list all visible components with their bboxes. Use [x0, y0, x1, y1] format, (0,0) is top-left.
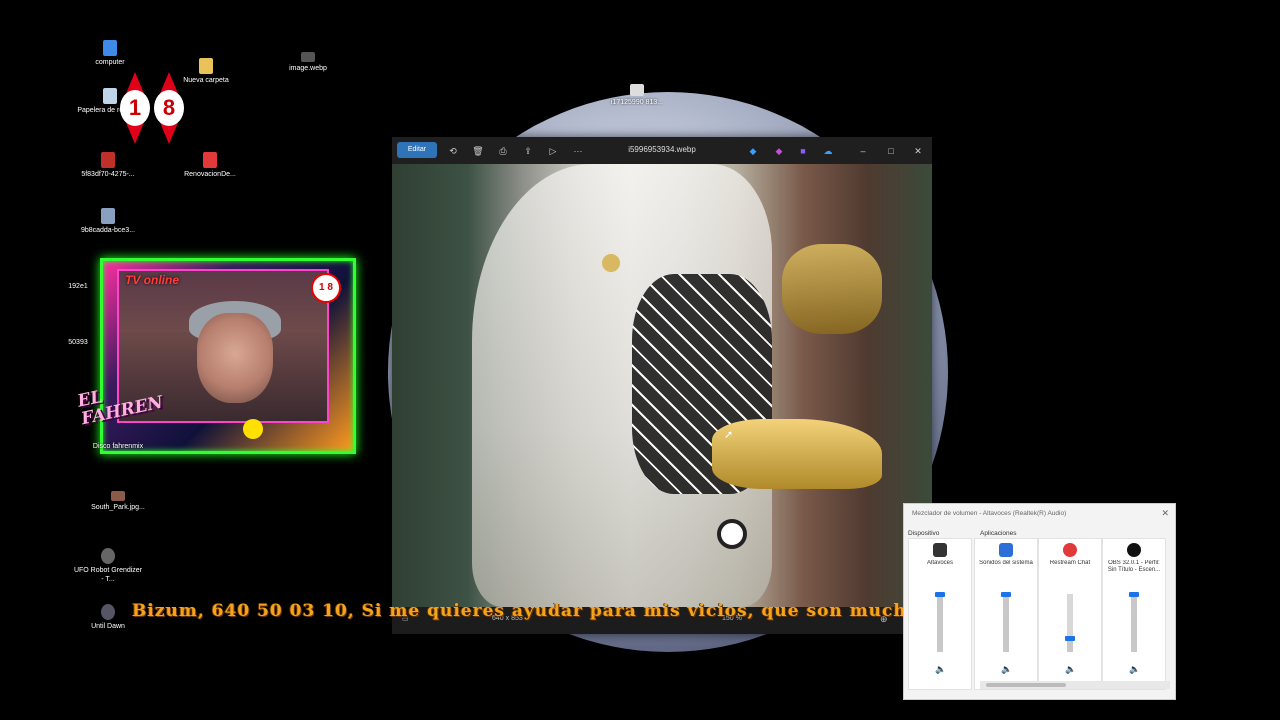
volume-icon[interactable]: 🔈 [1001, 664, 1012, 674]
mouse-cursor-icon: ➚ [724, 429, 734, 441]
delete-icon[interactable]: 🗑 [471, 143, 485, 159]
app-icon-1[interactable]: ◆ [747, 143, 759, 159]
volume-knob[interactable] [1129, 592, 1139, 597]
channel-name: OBS 32.0.1 - Perfil: Sin Título - Escen.… [1107, 560, 1161, 573]
desktop-icon-image-webp[interactable]: image.webp [273, 52, 343, 73]
sneaker-eyelet [717, 519, 747, 549]
computer-icon [103, 40, 117, 56]
channel-name: Restream Chat [1049, 560, 1091, 566]
device-section-label: Dispositivo [908, 530, 940, 537]
desktop-icon-192e1[interactable]: 192e1 [58, 282, 98, 291]
system-sounds-icon [999, 543, 1013, 557]
volume-slider[interactable] [1129, 592, 1139, 652]
sneaker-gold-toe [712, 419, 882, 489]
volume-icon[interactable]: 🔈 [935, 664, 946, 674]
image-file-icon [111, 491, 125, 501]
viewer-file-title: i5996953934.webp [628, 145, 696, 154]
video-file-icon [101, 548, 115, 564]
desktop-icon-file-9b8c[interactable]: 9b8cadda-bce3... [73, 208, 143, 235]
rotate-icon[interactable]: ⟲ [446, 143, 460, 159]
sneaker-gold-tongue [782, 244, 882, 334]
desktop-icon-renovacion[interactable]: RenovacionDe... [175, 152, 245, 179]
mixer-title: Mezclador de volumen - Altavoces (Realte… [912, 510, 1067, 517]
app-icon-2[interactable]: ◆ [773, 143, 785, 159]
volume-slider[interactable] [935, 592, 945, 652]
share-icon[interactable]: ⇪ [521, 143, 535, 159]
streamer-face [197, 313, 273, 403]
mixer-channel: Restream Chat 🔈 [1038, 538, 1102, 690]
volume-fill [937, 594, 943, 652]
desktop-icon-i17125990[interactable]: i17125990 813... [602, 84, 672, 107]
desktop-icon-south-park[interactable]: South_Park.jpg... [83, 491, 153, 512]
volume-fill [1003, 594, 1009, 652]
desktop-icon-disco-fahrenmix[interactable]: Disco fahrenmix [83, 442, 153, 451]
close-icon[interactable]: ✕ [1161, 508, 1169, 519]
speaker-device-icon [933, 543, 947, 557]
volume-slider[interactable] [1065, 594, 1075, 652]
image-file-icon [301, 52, 315, 62]
stream-camera-frame: TV online 1 8 EL FAHREN [76, 258, 356, 454]
restream-icon [1063, 543, 1077, 557]
app-icon-3[interactable]: ■ [797, 143, 809, 159]
mixer-scrollbar[interactable] [980, 681, 1170, 689]
game-icon [101, 604, 115, 620]
displayed-photo-sneaker [392, 164, 932, 607]
photos-viewer-window[interactable]: Editar ⟲ 🗑 ⎙ ⇪ ▷ ··· i5996953934.webp ◆ … [392, 137, 932, 634]
volume-knob[interactable] [935, 592, 945, 597]
mixer-channel: Sonidos del sistema 🔈 [974, 538, 1038, 690]
mixer-channel: OBS 32.0.1 - Perfil: Sin Título - Escen.… [1102, 538, 1166, 690]
print-icon[interactable]: ⎙ [496, 143, 510, 159]
pdf-icon [203, 152, 217, 168]
volume-knob[interactable] [1001, 592, 1011, 597]
desktop-icon-computer[interactable]: computer [75, 40, 145, 67]
volume-slider[interactable] [1001, 592, 1011, 652]
desktop-icon-ufo-robot[interactable]: UFO Robot Grendizer - T... [73, 548, 143, 584]
pacman-icon [243, 419, 263, 439]
channel-name: Altavoces [926, 560, 953, 566]
volume-fill [1131, 594, 1137, 652]
desktop-icon-file-5f83[interactable]: 5f83df70-4275-... [73, 152, 143, 179]
apps-section-label: Aplicaciones [980, 530, 1017, 537]
age-logo-digit-8: 8 [154, 72, 184, 144]
volume-mixer-window[interactable]: Mezclador de volumen - Altavoces (Realte… [903, 503, 1176, 700]
close-button[interactable]: ✕ [911, 143, 925, 159]
desktop-icon-50393[interactable]: 50393 [58, 338, 98, 347]
tv-online-label: TV online [125, 273, 179, 287]
more-options-button[interactable]: ··· [571, 143, 585, 159]
mixer-channel: Altavoces 🔈 [908, 538, 972, 690]
obs-icon [1127, 543, 1141, 557]
sneaker-eyelet [602, 254, 620, 272]
file-icon [101, 152, 115, 168]
age-badge: 1 8 [311, 273, 341, 303]
edit-button[interactable]: Editar [397, 142, 437, 158]
volume-knob[interactable] [1065, 636, 1075, 642]
minimize-button[interactable]: – [856, 143, 870, 159]
volume-icon[interactable]: 🔈 [1065, 664, 1076, 674]
viewer-toolbar: Editar ⟲ 🗑 ⎙ ⇪ ▷ ··· i5996953934.webp ◆ … [392, 137, 932, 164]
el-fahren-logo: EL FAHREN [75, 386, 165, 430]
image-file-icon [630, 84, 644, 96]
slideshow-icon[interactable]: ▷ [546, 143, 560, 159]
channel-name: Sonidos del sistema [979, 560, 1033, 566]
scrollbar-thumb[interactable] [986, 683, 1066, 687]
folder-icon [199, 58, 213, 74]
age-logo-digit-1: 1 [120, 72, 150, 144]
volume-icon[interactable]: 🔈 [1129, 664, 1140, 674]
onedrive-icon[interactable]: ☁ [822, 143, 834, 159]
maximize-button[interactable]: □ [884, 143, 898, 159]
image-file-icon [101, 208, 115, 224]
recycle-bin-icon [103, 88, 117, 104]
